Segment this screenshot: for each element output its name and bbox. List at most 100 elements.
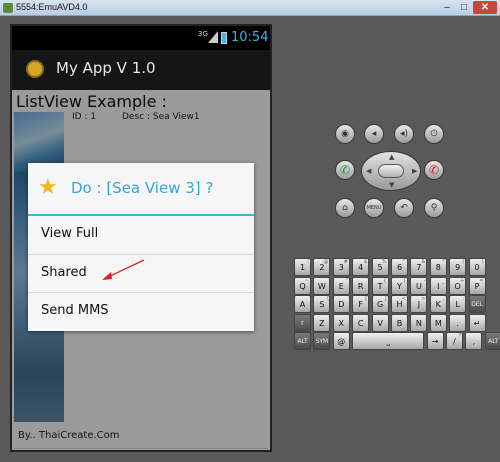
- keyboard-key[interactable]: P =: [468, 276, 486, 295]
- keyboard-key-alt: \: [326, 296, 329, 302]
- keyboard-key-alt: ;: [443, 296, 445, 302]
- status-bar: 3G 10:54: [12, 26, 270, 50]
- close-button[interactable]: ✕: [473, 1, 497, 14]
- camera-icon[interactable]: ◉: [335, 124, 355, 144]
- keyboard-key[interactable]: K;: [429, 295, 447, 313]
- keyboard-key-alt: (: [462, 259, 465, 265]
- keyboard-key[interactable]: Z: [313, 313, 331, 332]
- volume-down-icon[interactable]: ◂: [364, 124, 384, 144]
- keyboard-key[interactable]: 2 @: [313, 258, 331, 276]
- keyboard-key-alt: ?: [458, 333, 461, 339]
- menu-item-view-full[interactable]: View Full: [28, 216, 254, 254]
- keyboard-key-alt: +: [459, 277, 465, 284]
- keyboard-key[interactable]: SYM: [313, 332, 331, 350]
- keyboard-key[interactable]: Q ~: [294, 276, 311, 295]
- hardware-keyboard: 1! 2 @3 #4 $5% 6 ^ 7 & 8 * 9(0) Q ~ W E " R T{Y} U - I _ O + P = A S…: [292, 258, 500, 350]
- app-title: My App V 1.0: [56, 59, 156, 77]
- keyboard-key[interactable]: 8 *: [429, 258, 447, 276]
- keyboard-key[interactable]: X: [332, 313, 350, 332]
- keyboard-key[interactable]: ALT: [294, 332, 311, 350]
- menu-button[interactable]: MENU: [364, 198, 384, 218]
- keyboard-key[interactable]: R: [352, 276, 370, 295]
- keyboard-key[interactable]: M: [429, 313, 447, 332]
- dpad-right-icon[interactable]: ▶: [412, 167, 417, 175]
- call-icon[interactable]: ✆: [335, 160, 355, 180]
- keyboard-key[interactable]: 3 #: [332, 258, 350, 276]
- keyboard-key[interactable]: C: [352, 313, 370, 332]
- keyboard-key-alt: >: [421, 296, 426, 302]
- keyboard-key[interactable]: ⇧: [294, 313, 311, 332]
- status-clock: 10:54: [231, 30, 269, 45]
- keyboard-key[interactable]: A: [294, 295, 311, 313]
- keyboard-key-alt: [: [365, 296, 368, 302]
- keyboard-key[interactable]: 6 ^: [391, 258, 408, 276]
- keyboard-key[interactable]: W: [313, 276, 331, 295]
- back-icon[interactable]: ↶: [394, 198, 414, 218]
- dpad-up-icon[interactable]: ▲: [389, 153, 394, 161]
- home-icon[interactable]: ⌂: [335, 198, 355, 218]
- end-call-icon[interactable]: ✆: [424, 160, 444, 180]
- keyboard-key[interactable]: DEL: [468, 295, 486, 313]
- keyboard-key[interactable]: T{: [371, 276, 389, 295]
- keyboard-key[interactable]: I _: [429, 276, 447, 295]
- app-icon: [26, 60, 44, 78]
- keyboard-key[interactable]: .: [449, 313, 467, 332]
- maximize-button[interactable]: □: [456, 1, 472, 14]
- keyboard-key-alt: %: [381, 259, 387, 265]
- power-icon[interactable]: ⏻: [424, 124, 444, 144]
- dpad[interactable]: ▲ ▼ ◀ ▶: [361, 151, 421, 191]
- keyboard-key-alt: :: [462, 296, 465, 302]
- dpad-center-button[interactable]: [378, 164, 404, 178]
- keyboard-key[interactable]: →: [426, 332, 444, 350]
- keyboard-key[interactable]: U-: [410, 276, 428, 295]
- keyboard-key[interactable]: 1!: [294, 258, 311, 276]
- dpad-left-icon[interactable]: ◀: [366, 167, 371, 175]
- emulator-window: 5554:EmuAVD4.0 – □ ✕ 3G 10:54 My App V 1…: [0, 0, 500, 462]
- keyboard-key[interactable]: ↵: [468, 313, 486, 332]
- keyboard-key[interactable]: J >: [410, 295, 428, 313]
- keyboard-key[interactable]: V: [371, 313, 389, 332]
- search-icon[interactable]: ⚲: [424, 198, 444, 218]
- keyboard-key[interactable]: H <: [391, 295, 408, 313]
- menu-item-send-mms[interactable]: Send MMS: [28, 292, 254, 330]
- keyboard-key[interactable]: 0): [468, 258, 486, 276]
- keyboard-key[interactable]: L:: [449, 295, 467, 313]
- signal-icon: [208, 31, 218, 43]
- keyboard-key-alt: ): [481, 259, 484, 265]
- keyboard-key[interactable]: /?: [446, 332, 463, 350]
- app-window-icon: [3, 3, 13, 13]
- keyboard-key-alt: }: [402, 277, 406, 284]
- keyboard-key[interactable]: G]: [371, 295, 389, 313]
- window-title: 5554:EmuAVD4.0: [16, 2, 88, 12]
- keyboard-key[interactable]: 4 $: [352, 258, 370, 276]
- dialog-header: ★ Do : [Sea View 3] ?: [28, 163, 254, 215]
- keyboard-key[interactable]: D: [332, 295, 350, 313]
- keyboard-key[interactable]: ,: [465, 332, 483, 350]
- keyboard-key[interactable]: Y}: [391, 276, 408, 295]
- keyboard-key-alt: ]: [384, 296, 387, 302]
- network-type: 3G: [198, 30, 208, 38]
- keyboard-key-alt: <: [401, 296, 406, 302]
- keyboard-key-alt: ~: [304, 277, 309, 284]
- menu-item-label: Send MMS: [41, 303, 109, 318]
- keyboard-key[interactable]: N: [410, 313, 428, 332]
- menu-item-label: View Full: [41, 226, 99, 241]
- keyboard-key[interactable]: 7 &: [410, 258, 428, 276]
- keyboard-key[interactable]: 9(: [449, 258, 467, 276]
- keyboard-key[interactable]: @: [332, 332, 350, 350]
- keyboard-key[interactable]: S \: [313, 295, 331, 313]
- volume-up-icon[interactable]: ◂): [394, 124, 414, 144]
- window-titlebar: 5554:EmuAVD4.0 – □ ✕: [0, 0, 500, 16]
- keyboard-key[interactable]: ⎵: [352, 332, 425, 350]
- keyboard-key[interactable]: 5%: [371, 258, 389, 276]
- keyboard-key-alt: ^: [401, 259, 406, 265]
- keyboard-key[interactable]: F[: [352, 295, 370, 313]
- keyboard-key[interactable]: ALT: [484, 332, 500, 350]
- keyboard-key[interactable]: B: [391, 313, 408, 332]
- keyboard-key[interactable]: E ": [332, 276, 350, 295]
- keyboard-key-alt: ": [345, 277, 348, 284]
- minimize-button[interactable]: –: [439, 1, 455, 14]
- dpad-down-icon[interactable]: ▼: [389, 181, 394, 189]
- keyboard-key[interactable]: O +: [449, 276, 467, 295]
- keyboard-key-alt: @: [323, 259, 329, 265]
